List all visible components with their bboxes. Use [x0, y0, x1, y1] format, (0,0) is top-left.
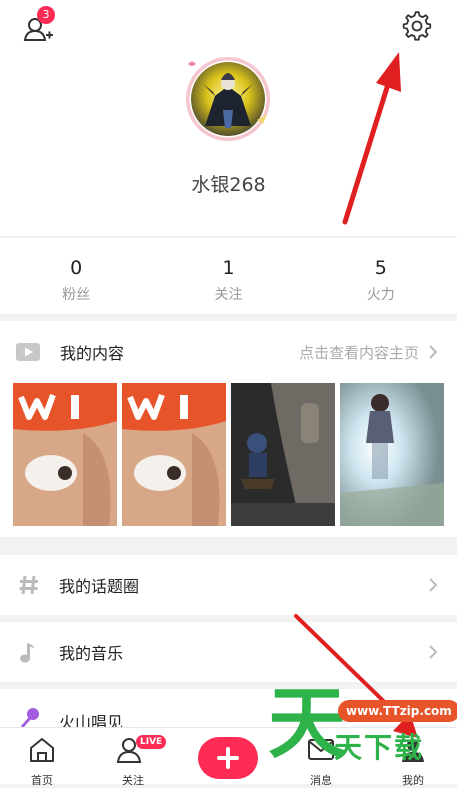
thumbnail-image — [122, 383, 226, 526]
stat-value: 5 — [374, 257, 387, 279]
microphone-icon — [18, 707, 40, 729]
menu-label: 我的音乐 — [59, 644, 124, 663]
tab-label: 关注 — [122, 774, 144, 787]
tab-label: 首页 — [31, 774, 53, 787]
tab-label: 我的 — [402, 774, 424, 787]
chevron-right-icon — [429, 345, 438, 359]
video-thumbnail[interactable] — [231, 383, 335, 526]
menu-item-music[interactable]: 我的音乐 — [0, 622, 457, 682]
avatar[interactable] — [185, 56, 271, 142]
username: 水银268 — [191, 174, 266, 196]
watermark-url: www.TTzip.com — [338, 700, 457, 722]
notification-badge: 3 — [37, 6, 55, 24]
settings-button[interactable] — [402, 11, 434, 43]
stat-label: 粉丝 — [62, 287, 91, 303]
stat-firepower[interactable]: 5 火力 — [305, 238, 457, 314]
plus-icon — [217, 747, 239, 769]
home-icon — [30, 738, 54, 762]
thumbnail-image — [231, 383, 335, 526]
video-icon — [16, 341, 40, 363]
thumbnail-image — [13, 383, 117, 526]
stats-bar: 0 粉丝 1 关注 5 火力 — [0, 238, 457, 314]
avatar-image — [186, 57, 270, 141]
my-content-title: 我的内容 — [60, 344, 125, 363]
music-note-icon — [18, 641, 40, 663]
chevron-right-icon — [429, 645, 438, 659]
stat-following[interactable]: 1 关注 — [152, 238, 304, 314]
video-thumbnail[interactable] — [122, 383, 226, 526]
gear-icon — [402, 11, 432, 41]
chevron-right-icon — [429, 578, 438, 592]
stat-value: 0 — [70, 257, 83, 279]
thumbnail-image — [340, 383, 444, 526]
stat-followers[interactable]: 0 粉丝 — [0, 238, 152, 314]
stat-label: 火力 — [366, 287, 395, 303]
watermark-text: 天下载 — [334, 731, 425, 764]
stat-value: 1 — [222, 257, 235, 279]
tab-follow[interactable]: LIVE 关注 — [103, 728, 167, 787]
live-badge: LIVE — [136, 735, 167, 749]
create-button[interactable] — [198, 737, 258, 779]
video-thumbnail[interactable] — [13, 383, 117, 526]
menu-label: 我的话题圈 — [59, 577, 140, 596]
menu-item-topics[interactable]: 我的话题圈 — [0, 555, 457, 615]
add-friend-button[interactable]: 3 — [22, 6, 58, 42]
watermark: 天 www.TTzip.com 天下载 — [268, 684, 457, 770]
hashtag-icon — [18, 574, 40, 596]
tab-home[interactable]: 首页 — [12, 728, 72, 787]
content-home-link[interactable]: 点击查看内容主页 — [299, 342, 419, 363]
stat-label: 关注 — [214, 287, 243, 303]
tab-label: 消息 — [310, 774, 332, 787]
video-thumbnail[interactable] — [340, 383, 444, 526]
my-content-header[interactable]: 我的内容 点击查看内容主页 — [0, 322, 457, 382]
